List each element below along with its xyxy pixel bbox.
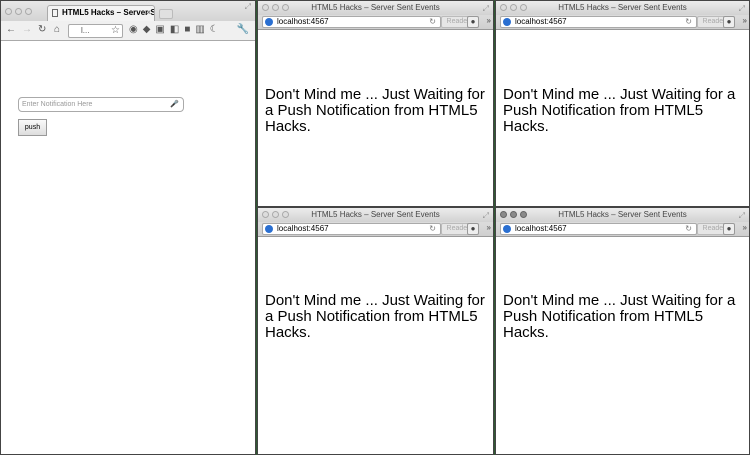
- reload-icon[interactable]: ↻: [685, 224, 692, 234]
- address-bar[interactable]: l... ☆: [68, 24, 123, 38]
- more-icon[interactable]: »: [743, 16, 747, 25]
- wrench-icon[interactable]: 🔧: [237, 24, 249, 35]
- forward-icon[interactable]: →: [22, 24, 32, 35]
- address-bar[interactable]: localhost:4567 ↻: [500, 16, 697, 28]
- waiting-message: Don't Mind me ... Just Waiting for a Pus…: [503, 292, 736, 341]
- window-title: HTML5 Hacks – Server Sent Events: [558, 210, 687, 219]
- reload-icon[interactable]: ↻: [685, 17, 692, 27]
- url-bar: localhost:4567 ↻ Reader ● »: [258, 222, 493, 237]
- waiting-message: Don't Mind me ... Just Waiting for a Pus…: [265, 86, 485, 135]
- url-bar: localhost:4567 ↻ Reader ● »: [258, 15, 493, 30]
- notification-input[interactable]: Enter Notification Here 🎤: [18, 97, 184, 112]
- address-text: localhost:4567: [515, 224, 567, 233]
- address-text: localhost:4567: [515, 17, 567, 26]
- window-controls[interactable]: [500, 211, 527, 218]
- extension-icon[interactable]: ●: [467, 16, 479, 28]
- url-bar: localhost:4567 ↻ Reader ● »: [496, 222, 749, 237]
- client-window-3: HTML5 Hacks – Server Sent Events ⤢ local…: [257, 207, 494, 455]
- fullscreen-icon[interactable]: ⤢: [739, 2, 745, 16]
- globe-icon: [265, 225, 273, 233]
- window-title: HTML5 Hacks – Server Sent Events: [558, 3, 687, 12]
- window-controls[interactable]: [262, 211, 289, 218]
- fullscreen-icon[interactable]: ⤢: [245, 2, 251, 12]
- address-bar[interactable]: localhost:4567 ↻: [500, 223, 697, 235]
- toolbar: ← → ↻ ⌂ l... ☆ ◉◆▣◧■▥☾ 🔧: [1, 21, 255, 41]
- globe-icon: [265, 18, 273, 26]
- waiting-message: Don't Mind me ... Just Waiting for a Pus…: [503, 86, 736, 135]
- more-icon[interactable]: »: [743, 223, 747, 232]
- tab-active[interactable]: HTML5 Hacks – Server Sent E ×: [47, 5, 155, 21]
- client-window-1: HTML5 Hacks – Server Sent Events ⤢ local…: [257, 0, 494, 207]
- extension-icon[interactable]: ●: [723, 223, 735, 235]
- window-controls[interactable]: [5, 8, 32, 15]
- address-bar[interactable]: localhost:4567 ↻: [262, 223, 441, 235]
- globe-icon: [503, 225, 511, 233]
- back-icon[interactable]: ←: [6, 24, 16, 35]
- more-icon[interactable]: »: [487, 16, 491, 25]
- window-controls[interactable]: [500, 4, 527, 11]
- address-text: localhost:4567: [277, 17, 329, 26]
- title-bar: HTML5 Hacks – Server Sent Events ⤢: [258, 1, 493, 15]
- title-bar: HTML5 Hacks – Server Sent Events ⤢: [496, 1, 749, 15]
- waiting-message: Don't Mind me ... Just Waiting for a Pus…: [265, 292, 485, 341]
- push-button[interactable]: push: [18, 119, 47, 136]
- fullscreen-icon[interactable]: ⤢: [483, 209, 489, 223]
- reload-icon[interactable]: ↻: [429, 17, 436, 27]
- title-bar: HTML5 Hacks – Server Sent Events ⤢: [496, 208, 749, 222]
- address-text: l...: [81, 26, 90, 35]
- client-window-4: HTML5 Hacks – Server Sent Events ⤢ local…: [495, 207, 750, 455]
- more-icon[interactable]: »: [487, 223, 491, 232]
- extension-icons[interactable]: ◉◆▣◧■▥☾: [129, 24, 224, 35]
- globe-icon: [503, 18, 511, 26]
- window-title: HTML5 Hacks – Server Sent Events: [311, 210, 440, 219]
- tab-strip: HTML5 Hacks – Server Sent E × ⤢: [1, 1, 255, 21]
- star-icon[interactable]: ☆: [111, 25, 120, 37]
- extension-icon[interactable]: ●: [467, 223, 479, 235]
- microphone-icon[interactable]: 🎤: [170, 98, 179, 111]
- page-icon: [52, 9, 58, 17]
- window-controls[interactable]: [262, 4, 289, 11]
- address-bar[interactable]: localhost:4567 ↻: [262, 16, 441, 28]
- tab-title: HTML5 Hacks – Server Sent E: [62, 8, 154, 17]
- home-icon[interactable]: ⌂: [54, 24, 60, 35]
- extension-icon[interactable]: ●: [723, 16, 735, 28]
- fullscreen-icon[interactable]: ⤢: [739, 209, 745, 223]
- close-tab-icon[interactable]: ×: [146, 6, 151, 20]
- title-bar: HTML5 Hacks – Server Sent Events ⤢: [258, 208, 493, 222]
- window-title: HTML5 Hacks – Server Sent Events: [311, 3, 440, 12]
- client-window-2: HTML5 Hacks – Server Sent Events ⤢ local…: [495, 0, 750, 207]
- reload-icon[interactable]: ↻: [429, 224, 436, 234]
- address-text: localhost:4567: [277, 224, 329, 233]
- url-bar: localhost:4567 ↻ Reader ● »: [496, 15, 749, 30]
- fullscreen-icon[interactable]: ⤢: [483, 2, 489, 16]
- reload-icon[interactable]: ↻: [38, 24, 46, 35]
- input-placeholder: Enter Notification Here: [22, 101, 93, 108]
- new-tab-button[interactable]: [159, 9, 173, 19]
- main-browser-window: HTML5 Hacks – Server Sent E × ⤢ ← → ↻ ⌂ …: [0, 0, 256, 455]
